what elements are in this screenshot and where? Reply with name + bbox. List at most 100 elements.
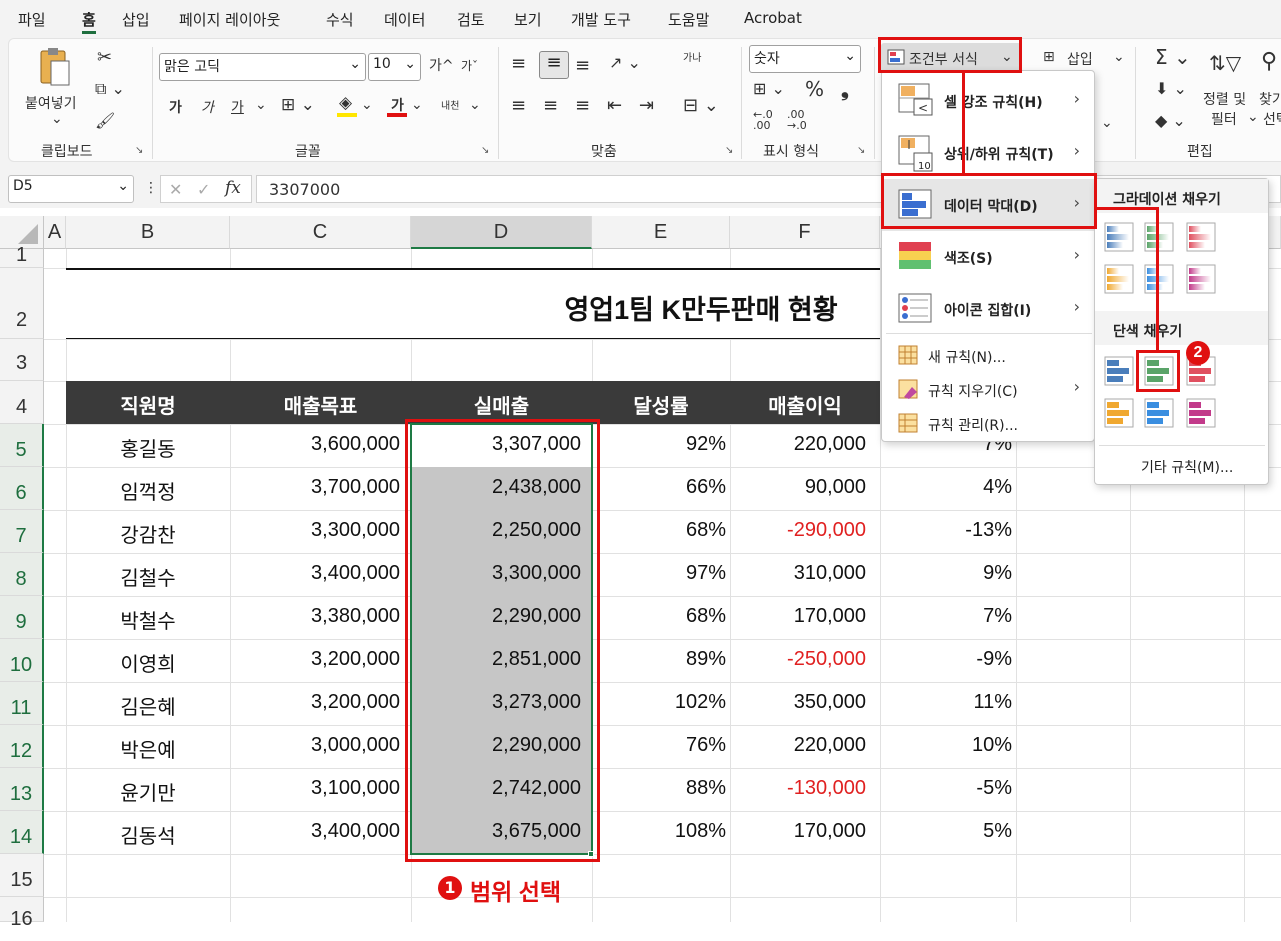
- cell-profit-14[interactable]: 170,000: [730, 820, 866, 843]
- copy-icon[interactable]: ⧉ ⌄: [95, 79, 125, 99]
- sort-filter-button[interactable]: 정렬 및: [1203, 89, 1246, 109]
- tab-data[interactable]: 데이터: [384, 9, 425, 30]
- confirm-icon[interactable]: ✓: [197, 180, 210, 199]
- number-format-select[interactable]: 숫자 ⌄: [749, 45, 861, 73]
- fill-icon[interactable]: ⬇ ⌄: [1155, 79, 1187, 98]
- align-left-icon[interactable]: ≡: [511, 95, 526, 116]
- cell-actual-14[interactable]: 3,675,000: [411, 820, 581, 843]
- cell-target-6[interactable]: 3,700,000: [230, 476, 400, 499]
- tab-acrobat[interactable]: Acrobat: [744, 9, 802, 27]
- menu-item-color-scales[interactable]: 색조(S) ›: [882, 231, 1094, 283]
- row-header-1[interactable]: 1: [0, 245, 44, 268]
- column-header-f[interactable]: F: [730, 216, 880, 249]
- cell-rate-12[interactable]: 76%: [592, 734, 726, 757]
- cell-name-9[interactable]: 박철수: [66, 605, 230, 634]
- cell-margin-7[interactable]: -13%: [880, 519, 1012, 542]
- cell-name-13[interactable]: 윤기만: [66, 777, 230, 806]
- orientation-icon[interactable]: ↗ ⌄: [609, 53, 641, 72]
- insert-cells-button[interactable]: 삽입: [1067, 49, 1093, 69]
- tab-developer[interactable]: 개발 도구: [571, 9, 631, 30]
- align-middle-icon[interactable]: ≡: [539, 51, 569, 79]
- italic-button[interactable]: 가: [201, 97, 214, 117]
- cell-target-14[interactable]: 3,400,000: [230, 820, 400, 843]
- insert-function-icon[interactable]: fx: [225, 178, 241, 198]
- menu-item-clear-rules[interactable]: 규칙 지우기(C) ›: [882, 373, 1094, 407]
- cell-profit-6[interactable]: 90,000: [730, 476, 866, 499]
- fill-color-icon[interactable]: ◈: [339, 93, 352, 113]
- autosum-icon[interactable]: Σ ⌄: [1155, 45, 1191, 69]
- cell-rate-9[interactable]: 68%: [592, 605, 726, 628]
- cell-rate-11[interactable]: 102%: [592, 691, 726, 714]
- decrease-indent-icon[interactable]: ⇤: [607, 95, 622, 116]
- cut-icon[interactable]: ✂: [97, 47, 112, 68]
- header-profit[interactable]: 매출이익: [730, 390, 880, 419]
- decrease-decimal-icon[interactable]: .00 →.0: [787, 109, 807, 131]
- cell-name-7[interactable]: 강감찬: [66, 519, 230, 548]
- filter-label[interactable]: 필터: [1211, 109, 1237, 129]
- cell-actual-12[interactable]: 2,290,000: [411, 734, 581, 757]
- cell-margin-11[interactable]: 11%: [880, 691, 1012, 714]
- row-header-9[interactable]: 9: [0, 596, 44, 639]
- menu-item-new-rule[interactable]: 새 규칙(N)...: [882, 339, 1094, 373]
- row-header-15[interactable]: 15: [0, 854, 44, 897]
- cell-margin-10[interactable]: -9%: [880, 648, 1012, 671]
- row-header-11[interactable]: 11: [0, 682, 44, 725]
- paste-dropdown-icon[interactable]: ⌄: [51, 111, 63, 127]
- chevron-down-icon[interactable]: ⌄: [1247, 109, 1259, 125]
- border-icon[interactable]: ⊞ ⌄: [281, 95, 315, 115]
- increase-decimal-icon[interactable]: ←.0.00: [753, 109, 773, 131]
- underline-button[interactable]: 가: [231, 97, 244, 117]
- cell-profit-5[interactable]: 220,000: [730, 433, 866, 456]
- chevron-down-icon[interactable]: ⌄: [1101, 115, 1113, 131]
- align-top-icon[interactable]: ≡: [511, 53, 526, 74]
- find-select-button[interactable]: 찾기: [1259, 89, 1281, 109]
- tab-help[interactable]: 도움말: [668, 9, 709, 30]
- chevron-down-icon[interactable]: ⌄: [1113, 49, 1125, 65]
- row-header-13[interactable]: 13: [0, 768, 44, 811]
- tab-file[interactable]: 파일: [18, 9, 46, 30]
- cell-rate-14[interactable]: 108%: [592, 820, 726, 843]
- cell-target-8[interactable]: 3,400,000: [230, 562, 400, 585]
- row-header-14[interactable]: 14: [0, 811, 44, 854]
- data-bar-swatches[interactable]: [1095, 179, 1270, 449]
- row-header-2[interactable]: 2: [0, 268, 44, 339]
- more-rules-link[interactable]: 기타 규칙(M)...: [1141, 457, 1233, 477]
- cell-margin-13[interactable]: -5%: [880, 777, 1012, 800]
- merge-center-icon[interactable]: ⊟ ⌄: [683, 95, 719, 116]
- more-icon[interactable]: ⋮: [144, 180, 158, 196]
- cell-profit-9[interactable]: 170,000: [730, 605, 866, 628]
- menu-item-data-bars[interactable]: 데이터 막대(D) ›: [882, 179, 1094, 231]
- conditional-formatting-button[interactable]: 조건부 서식 ⌄: [881, 43, 1021, 73]
- cell-actual-8[interactable]: 3,300,000: [411, 562, 581, 585]
- menu-item-icon-sets[interactable]: 아이콘 집합(I) ›: [882, 283, 1094, 335]
- phonetic-icon[interactable]: 내천: [441, 97, 459, 112]
- tab-review[interactable]: 검토: [457, 9, 485, 30]
- dialog-launcher-icon[interactable]: ↘: [857, 145, 865, 156]
- cell-name-6[interactable]: 임꺽정: [66, 476, 230, 505]
- cell-target-5[interactable]: 3,600,000: [230, 433, 400, 456]
- cell-target-12[interactable]: 3,000,000: [230, 734, 400, 757]
- percent-icon[interactable]: %: [805, 77, 824, 101]
- select-label[interactable]: 선택: [1263, 109, 1281, 129]
- row-header-5[interactable]: 5: [0, 424, 44, 467]
- cell-rate-6[interactable]: 66%: [592, 476, 726, 499]
- row-header-7[interactable]: 7: [0, 510, 44, 553]
- cell-actual-7[interactable]: 2,250,000: [411, 519, 581, 542]
- increase-indent-icon[interactable]: ⇥: [639, 95, 654, 116]
- header-target[interactable]: 매출목표: [230, 390, 411, 419]
- cell-margin-14[interactable]: 5%: [880, 820, 1012, 843]
- cell-margin-8[interactable]: 9%: [880, 562, 1012, 585]
- tab-page-layout[interactable]: 페이지 레이아웃: [179, 9, 280, 30]
- column-header-c[interactable]: C: [230, 216, 411, 249]
- column-header-a[interactable]: A: [44, 216, 66, 249]
- cell-profit-12[interactable]: 220,000: [730, 734, 866, 757]
- align-bottom-icon[interactable]: ≡: [575, 55, 590, 76]
- cell-profit-7[interactable]: -290,000: [730, 519, 866, 542]
- column-header-e[interactable]: E: [592, 216, 730, 249]
- cell-name-10[interactable]: 이영희: [66, 648, 230, 677]
- font-size-select[interactable]: 10 ⌄: [368, 53, 421, 81]
- cell-profit-11[interactable]: 350,000: [730, 691, 866, 714]
- format-painter-icon[interactable]: 🖌: [95, 111, 115, 130]
- chevron-down-icon[interactable]: ⌄: [361, 97, 373, 113]
- cell-rate-7[interactable]: 68%: [592, 519, 726, 542]
